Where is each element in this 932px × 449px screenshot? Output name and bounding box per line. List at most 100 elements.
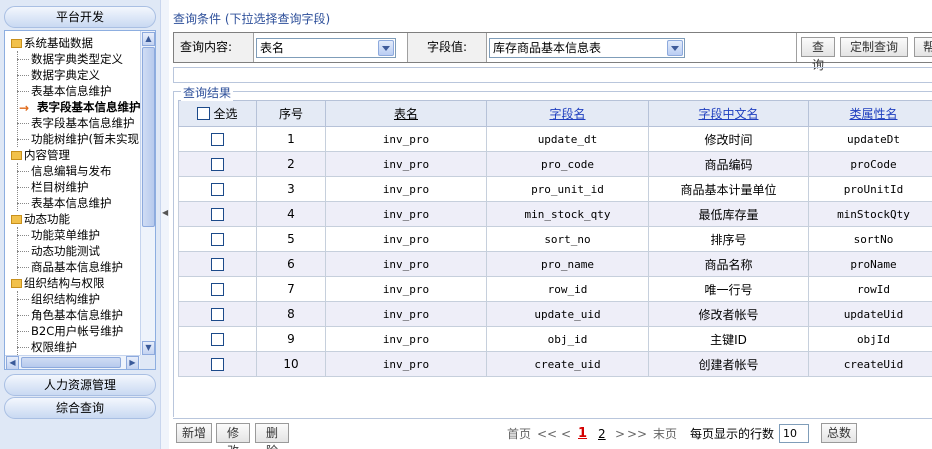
next-fast-link[interactable]: >> — [627, 425, 647, 443]
first-page-link[interactable]: 首页 — [507, 425, 531, 443]
row-checkbox[interactable] — [211, 133, 224, 146]
tree-group-content[interactable]: 内容管理 — [5, 147, 70, 163]
cell-attr-name: sortNo — [808, 226, 932, 252]
page-2-link[interactable]: 2 — [598, 425, 606, 443]
row-checkbox[interactable] — [211, 258, 224, 271]
footer-divider — [173, 418, 932, 419]
scroll-down-icon[interactable]: ▼ — [142, 341, 155, 355]
col-header-table-name[interactable]: 表名 — [325, 100, 487, 127]
row-checkbox-cell[interactable] — [178, 176, 257, 202]
cell-attr-name: proCode — [808, 151, 932, 177]
cell-table-name: inv_pro — [325, 226, 487, 252]
scroll-right-icon[interactable]: ▶ — [126, 356, 139, 369]
panel-splitter[interactable]: ◀ — [160, 0, 169, 449]
rows-per-page-input[interactable]: 10 — [779, 424, 809, 443]
cell-field-cn: 修改时间 — [648, 126, 809, 152]
result-table: 全选 序号 表名 字段名 字段中文名 类属性名 1 inv_pro update_d… — [178, 100, 932, 377]
row-checkbox[interactable] — [211, 333, 224, 346]
row-checkbox-cell[interactable] — [178, 126, 257, 152]
row-checkbox-cell[interactable] — [178, 301, 257, 327]
cell-no: 5 — [256, 226, 326, 252]
select-all-header[interactable]: 全选 — [178, 100, 257, 127]
col-header-no: 序号 — [256, 100, 326, 127]
scroll-left-icon[interactable]: ◀ — [6, 356, 19, 369]
cell-attr-name: objId — [808, 326, 932, 352]
select-all-checkbox[interactable] — [197, 107, 211, 120]
row-checkbox-cell[interactable] — [178, 351, 257, 377]
accordion-platform-dev[interactable]: 平台开发 — [4, 6, 156, 28]
cell-attr-name: createUid — [808, 351, 932, 377]
row-checkbox-cell[interactable] — [178, 276, 257, 302]
table-row[interactable]: 6 inv_pro pro_name 商品名称 proName — [178, 251, 932, 277]
chevron-down-icon[interactable] — [378, 40, 394, 56]
folder-icon — [11, 39, 22, 48]
table-row[interactable]: 4 inv_pro min_stock_qty 最低库存量 minStockQty — [178, 201, 932, 227]
accordion-hr[interactable]: 人力资源管理 — [4, 374, 156, 396]
table-body: 1 inv_pro update_dt 修改时间 updateDt 2 inv_pro pro… — [178, 126, 932, 377]
prev-page-link[interactable]: < — [561, 425, 571, 443]
tree-group-system-data[interactable]: 系统基础数据 — [5, 35, 93, 51]
cell-attr-name: updateDt — [808, 126, 932, 152]
prev-fast-link[interactable]: << — [537, 425, 557, 443]
next-page-link[interactable]: > — [615, 425, 625, 443]
table-row[interactable]: 5 inv_pro sort_no 排序号 sortNo — [178, 226, 932, 252]
tree-guide-line — [17, 291, 18, 355]
page-1-current[interactable]: 1 — [578, 425, 587, 443]
row-checkbox-cell[interactable] — [178, 201, 257, 227]
edit-button[interactable]: 修改 — [216, 423, 250, 449]
tree-group-dynamic[interactable]: 动态功能 — [5, 211, 70, 227]
delete-button[interactable]: 删除 — [255, 423, 289, 449]
row-checkbox[interactable] — [211, 158, 224, 171]
total-button[interactable]: 总数 — [821, 423, 857, 443]
cell-table-name: inv_pro — [325, 176, 487, 202]
field-value-select[interactable]: 库存商品基本信息表 — [489, 38, 685, 58]
row-checkbox[interactable] — [211, 283, 224, 296]
table-row[interactable]: 1 inv_pro update_dt 修改时间 updateDt — [178, 126, 932, 152]
row-checkbox[interactable] — [211, 358, 224, 371]
row-checkbox[interactable] — [211, 183, 224, 196]
cell-table-name: inv_pro — [325, 276, 487, 302]
col-header-field-cn[interactable]: 字段中文名 — [648, 100, 809, 127]
table-row[interactable]: 9 inv_pro obj_id 主键ID objId — [178, 326, 932, 352]
cell-table-name: inv_pro — [325, 251, 487, 277]
cell-no: 6 — [256, 251, 326, 277]
row-checkbox[interactable] — [211, 208, 224, 221]
query-content-select[interactable]: 表名 — [256, 38, 396, 58]
help-button[interactable]: 帮 — [914, 37, 932, 57]
table-row[interactable]: 8 inv_pro update_uid 修改者帐号 updateUid — [178, 301, 932, 327]
add-button[interactable]: 新增 — [176, 423, 212, 443]
cell-field-name: update_dt — [486, 126, 649, 152]
accordion-query[interactable]: 综合查询 — [4, 397, 156, 419]
scroll-thumb[interactable] — [142, 47, 155, 227]
row-checkbox[interactable] — [211, 308, 224, 321]
tree-vertical-scrollbar[interactable]: ▲ ▼ — [140, 31, 155, 356]
tree-horizontal-scrollbar[interactable]: ◀ ▶ — [5, 355, 141, 369]
col-header-attr-name[interactable]: 类属性名 — [808, 100, 932, 127]
query-button[interactable]: 查询 — [801, 37, 835, 72]
scroll-thumb-horizontal[interactable] — [21, 357, 121, 368]
cell-attr-name: rowId — [808, 276, 932, 302]
row-checkbox-cell[interactable] — [178, 151, 257, 177]
row-checkbox-cell[interactable] — [178, 226, 257, 252]
cell-attr-name: minStockQty — [808, 201, 932, 227]
query-result-title: 查询结果 — [181, 84, 234, 101]
table-row[interactable]: 3 inv_pro pro_unit_id 商品基本计量单位 proUnitId — [178, 176, 932, 202]
cell-attr-name: proUnitId — [808, 176, 932, 202]
folder-icon — [11, 151, 22, 160]
cell-field-name: pro_name — [486, 251, 649, 277]
table-row[interactable]: 2 inv_pro pro_code 商品编码 proCode — [178, 151, 932, 177]
main-panel: 查询条件 (下拉选择查询字段) 查询内容: 表名 字段值: 库存商品基本信息表 … — [171, 0, 932, 449]
tree-group-org[interactable]: 组织结构与权限 — [5, 275, 105, 291]
chevron-down-icon[interactable] — [667, 40, 683, 56]
row-checkbox[interactable] — [211, 233, 224, 246]
custom-query-button[interactable]: 定制查询 — [840, 37, 908, 57]
table-row[interactable]: 10 inv_pro create_uid 创建者帐号 createUid — [178, 351, 932, 377]
table-row[interactable]: 7 inv_pro row_id 唯一行号 rowId — [178, 276, 932, 302]
folder-icon — [11, 215, 22, 224]
last-page-link[interactable]: 末页 — [653, 425, 677, 443]
scroll-up-icon[interactable]: ▲ — [142, 32, 155, 46]
row-checkbox-cell[interactable] — [178, 326, 257, 352]
col-header-field-name[interactable]: 字段名 — [486, 100, 649, 127]
collapse-left-icon[interactable]: ◀ — [162, 208, 168, 217]
row-checkbox-cell[interactable] — [178, 251, 257, 277]
